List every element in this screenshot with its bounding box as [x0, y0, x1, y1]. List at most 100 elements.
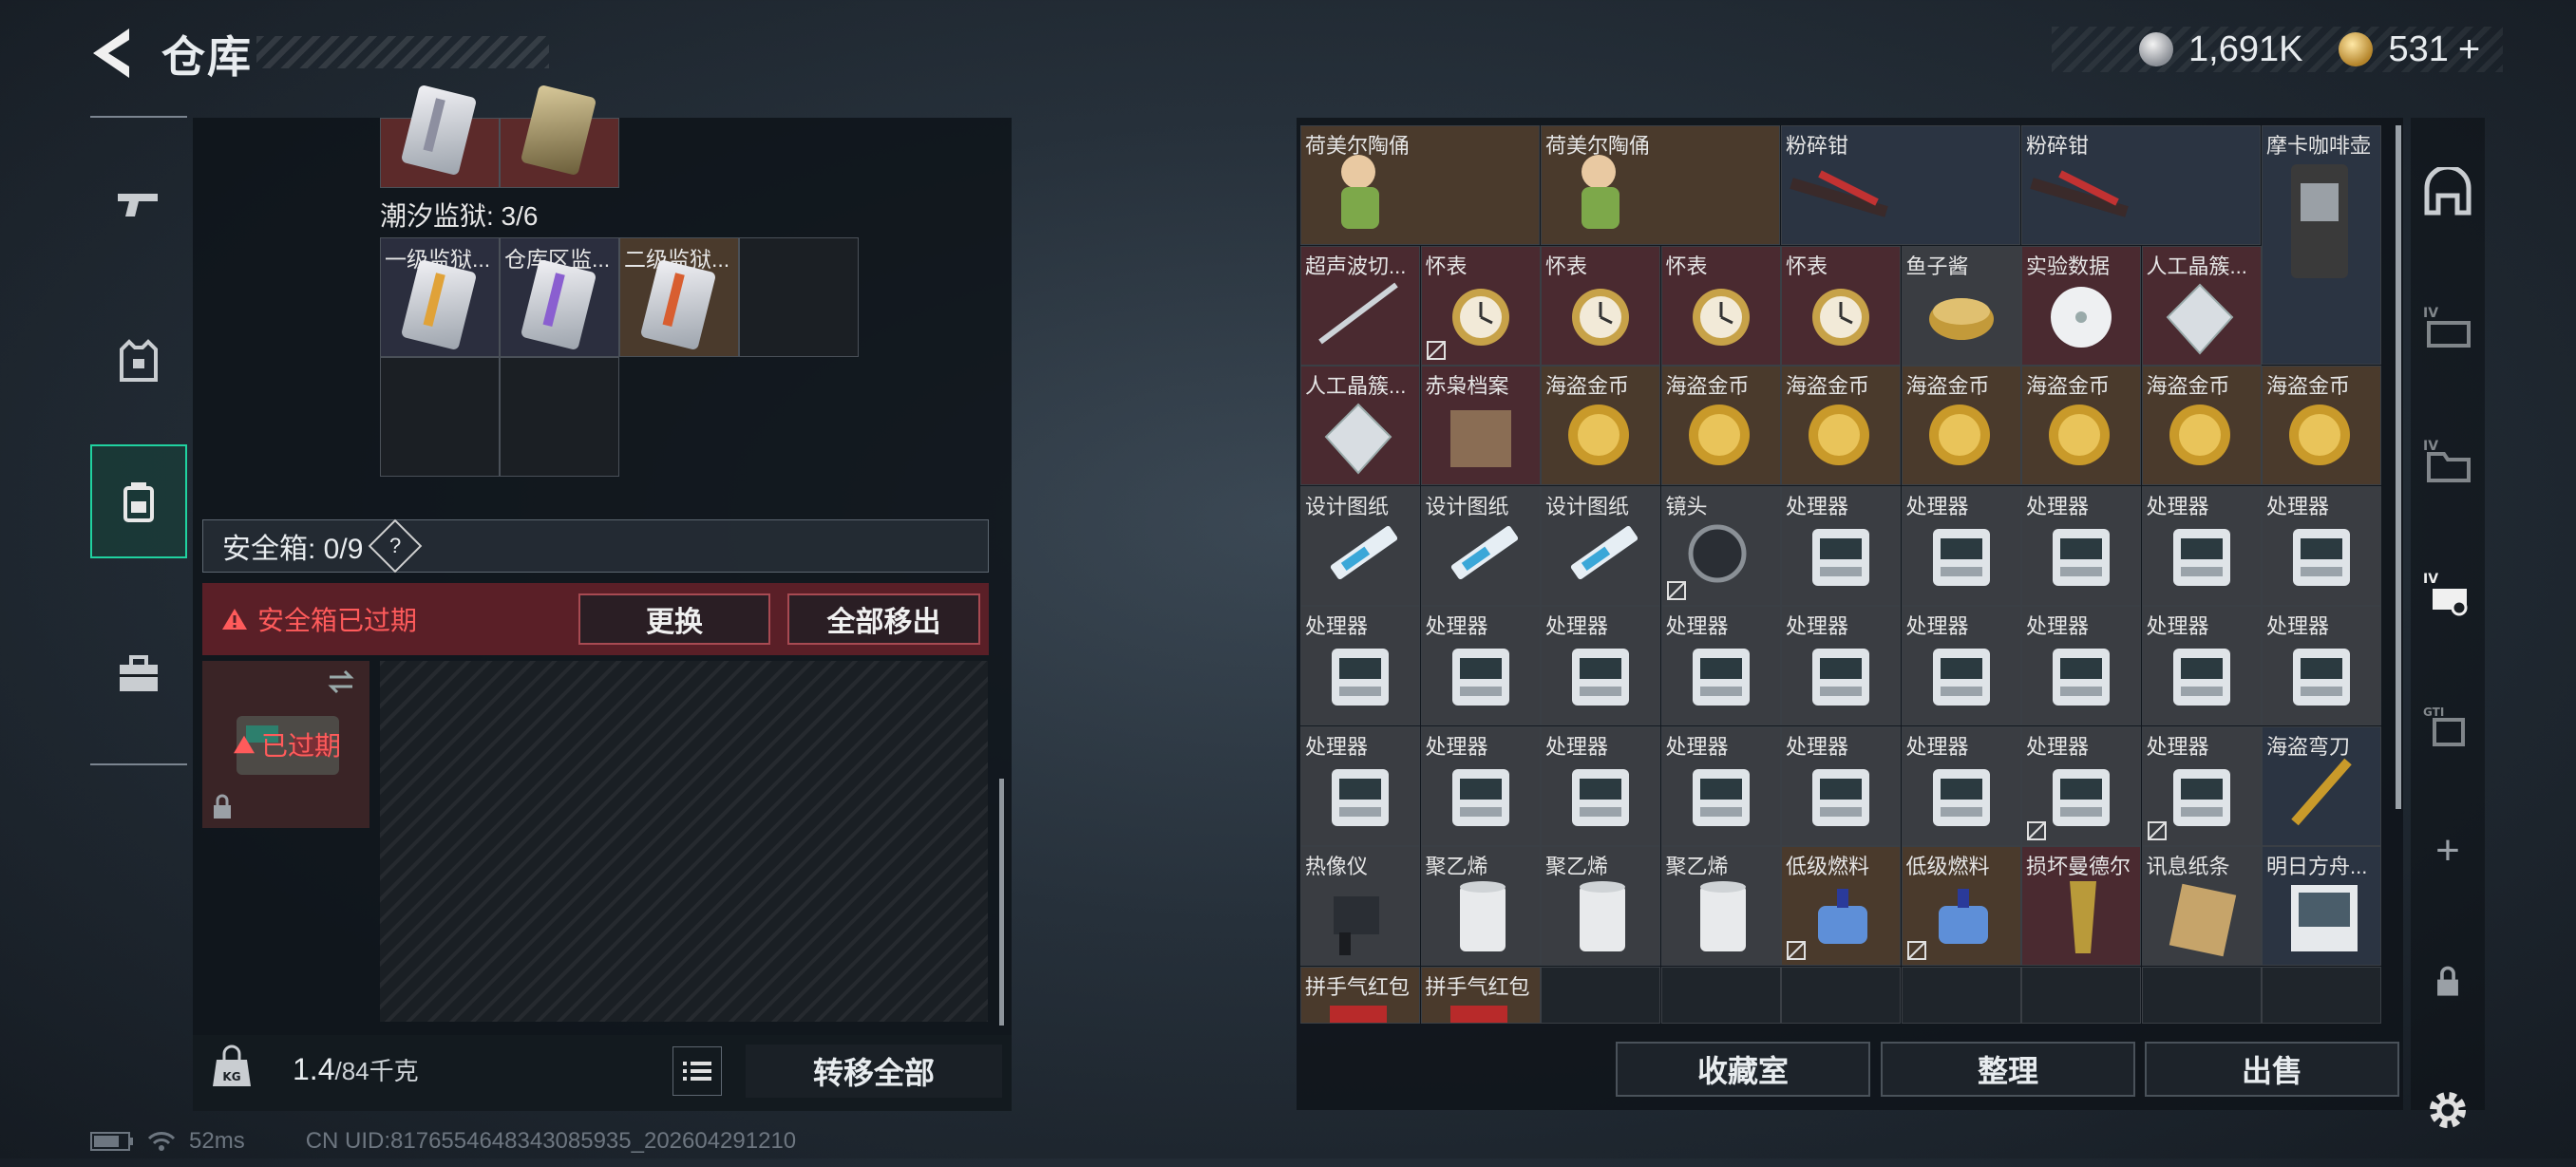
list-item[interactable]: 处理器 — [2021, 725, 2141, 846]
list-item[interactable]: 人工晶簇... — [2141, 245, 2262, 366]
list-item[interactable]: 处理器 — [1420, 606, 1541, 725]
list-item[interactable]: 低级燃料 — [1781, 846, 1901, 966]
list-item[interactable]: 海盗金币 — [2141, 366, 2262, 485]
list-item[interactable]: 处理器 — [2021, 485, 2141, 606]
nav-storage-home[interactable] — [2411, 137, 2485, 251]
transfer-all-button[interactable]: 转移全部 — [746, 1045, 1002, 1098]
list-item[interactable]: 处理器 — [1901, 606, 2021, 725]
add-currency-button[interactable]: + — [2458, 28, 2480, 71]
safe-box-slot[interactable]: 已过期 — [202, 661, 369, 828]
safe-box-grid[interactable] — [380, 661, 988, 1022]
list-item[interactable]: 赤枭档案 — [1420, 366, 1541, 485]
list-item[interactable]: 拼手气红包 — [1300, 966, 1420, 1024]
list-item[interactable]: 怀表 — [1781, 245, 1901, 366]
list-item[interactable]: 处理器 — [1660, 725, 1781, 846]
nav-warehouse-4b[interactable]: IV — [2411, 403, 2485, 517]
nav-gti-tab[interactable]: GTI — [2411, 668, 2485, 782]
list-item[interactable]: 海盗金币 — [1781, 366, 1901, 485]
list-item[interactable]: 聚乙烯 — [1541, 846, 1660, 966]
list-item[interactable]: 海盗金币 — [2262, 366, 2381, 485]
list-item[interactable]: 海盗金币 — [1660, 366, 1781, 485]
list-item[interactable]: 粉碎钳 — [2021, 125, 2261, 245]
list-item[interactable]: 处理器 — [1901, 725, 2021, 846]
empty-slot[interactable] — [2141, 966, 2262, 1024]
list-item[interactable]: 海盗金币 — [2021, 366, 2141, 485]
list-item[interactable]: 怀表 — [1660, 245, 1781, 366]
nav-armor[interactable] — [90, 304, 187, 418]
list-item[interactable]: 仓库区监... — [500, 237, 619, 357]
empty-slot[interactable] — [1781, 966, 1901, 1024]
nav-warehouse-4a[interactable]: IV — [2411, 270, 2485, 384]
sell-button[interactable]: 出售 — [2145, 1042, 2399, 1097]
list-item[interactable]: 处理器 — [2141, 725, 2262, 846]
list-item[interactable]: 设计图纸 — [1420, 485, 1541, 606]
empty-slot[interactable] — [739, 237, 859, 357]
list-item[interactable]: 设计图纸 — [1541, 485, 1660, 606]
list-item[interactable]: 聚乙烯 — [1660, 846, 1781, 966]
list-item[interactable]: 镜头 — [1660, 485, 1781, 606]
list-item[interactable]: 聚乙烯 — [1420, 846, 1541, 966]
list-item[interactable]: 人工晶簇... — [1300, 366, 1420, 485]
nav-weapons[interactable] — [90, 146, 187, 260]
nav-toolbox[interactable] — [90, 617, 187, 731]
list-item[interactable]: 处理器 — [2141, 485, 2262, 606]
list-item[interactable]: 明日方舟... — [2262, 846, 2381, 966]
list-item[interactable]: 处理器 — [1420, 725, 1541, 846]
right-scrollbar[interactable] — [2396, 125, 2401, 809]
back-arrow-icon[interactable] — [87, 25, 135, 82]
empty-slot[interactable] — [1660, 966, 1781, 1024]
empty-slot[interactable] — [500, 357, 619, 477]
list-item[interactable]: 海盗金币 — [1901, 366, 2021, 485]
swap-icon[interactable] — [326, 668, 356, 695]
settings-button[interactable] — [2411, 1053, 2485, 1167]
list-item[interactable]: 实验数据 — [2021, 245, 2141, 366]
list-item[interactable]: 设计图纸 — [1300, 485, 1420, 606]
move-all-out-button[interactable]: 全部移出 — [787, 593, 980, 645]
left-scrollbar[interactable] — [999, 779, 1004, 1026]
list-item[interactable]: 损坏曼德尔 — [2021, 846, 2141, 966]
list-item[interactable]: 粉碎钳 — [1781, 125, 2020, 245]
list-item[interactable]: 海盗金币 — [1541, 366, 1660, 485]
help-icon[interactable]: ? — [369, 518, 423, 574]
list-item[interactable]: 摩卡咖啡壶 — [2262, 125, 2381, 365]
list-item[interactable]: 一级监狱... — [380, 237, 500, 357]
list-item[interactable]: 超声波切... — [1300, 245, 1420, 366]
list-item[interactable]: 处理器 — [1541, 606, 1660, 725]
empty-slot[interactable] — [1541, 966, 1660, 1024]
list-item[interactable] — [380, 84, 500, 188]
list-item[interactable]: 二级监狱... — [619, 237, 739, 357]
empty-slot[interactable] — [1901, 966, 2021, 1024]
list-item[interactable]: 处理器 — [1300, 725, 1420, 846]
replace-button[interactable]: 更换 — [578, 593, 770, 645]
list-item[interactable]: 荷美尔陶俑 — [1541, 125, 1780, 245]
list-item[interactable] — [500, 84, 619, 188]
empty-slot[interactable] — [380, 357, 500, 477]
list-item[interactable]: 讯息纸条 — [2141, 846, 2262, 966]
list-item[interactable]: 处理器 — [1781, 725, 1901, 846]
list-item[interactable]: 热像仪 — [1300, 846, 1420, 966]
list-item[interactable]: 怀表 — [1420, 245, 1541, 366]
list-item[interactable]: 处理器 — [1300, 606, 1420, 725]
list-item[interactable]: 海盗弯刀 — [2262, 725, 2381, 846]
nav-backpack[interactable] — [90, 444, 187, 558]
list-item[interactable]: 怀表 — [1541, 245, 1660, 366]
list-item[interactable]: 鱼子酱 — [1901, 245, 2021, 366]
list-item[interactable]: 低级燃料 — [1901, 846, 2021, 966]
list-item[interactable]: 处理器 — [2021, 606, 2141, 725]
list-item[interactable]: 拼手气红包 — [1420, 966, 1541, 1024]
list-item[interactable]: 处理器 — [1541, 725, 1660, 846]
list-item[interactable]: 处理器 — [1781, 485, 1901, 606]
organize-button[interactable]: 整理 — [1881, 1042, 2135, 1097]
list-item[interactable]: 处理器 — [1781, 606, 1901, 725]
list-item[interactable]: 处理器 — [1901, 485, 2021, 606]
nav-warehouse-4c[interactable]: IV — [2411, 536, 2485, 649]
list-item[interactable]: 处理器 — [2262, 485, 2381, 606]
collection-room-button[interactable]: 收藏室 — [1616, 1042, 1870, 1097]
list-view-button[interactable] — [672, 1046, 722, 1096]
list-item[interactable]: 处理器 — [2262, 606, 2381, 725]
empty-slot[interactable] — [2021, 966, 2141, 1024]
empty-slot[interactable] — [2262, 966, 2381, 1024]
list-item[interactable]: 荷美尔陶俑 — [1300, 125, 1540, 245]
list-item[interactable]: 处理器 — [1660, 606, 1781, 725]
list-item[interactable]: 处理器 — [2141, 606, 2262, 725]
